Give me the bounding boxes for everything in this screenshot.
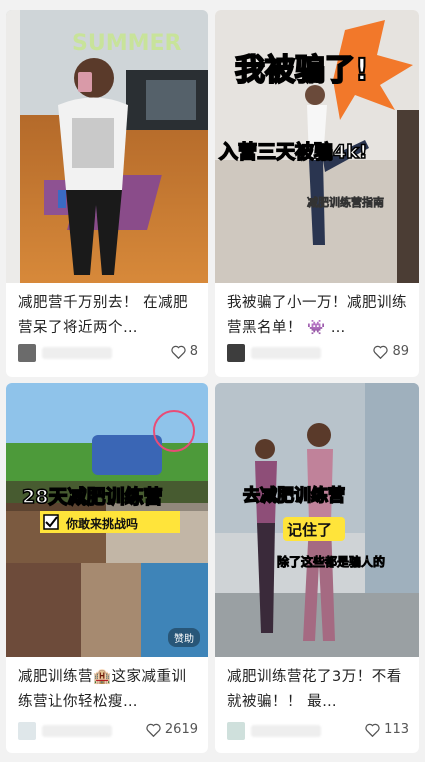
like-count: 89 [392,344,409,359]
heart-icon [365,723,380,737]
like-count: 8 [189,344,198,359]
cover-headline: 我被骗了! [235,53,369,88]
invader-emoji-icon: 👾 [307,320,326,336]
feed-grid: SUMMER 减肥营千万别去！ 在减肥营呆了将近两个… 8 我被骗了! 入营三天… [0,0,425,762]
note-card[interactable]: 去减肥训练营 记住了 除了这些都是骗人的 减肥训练营花了3万！不看就被骗！！ 最… [215,383,419,753]
heart-icon [171,345,186,359]
cover-label: 记住了 [287,521,332,539]
note-title-ellipsis: … [330,320,346,336]
like-count: 113 [384,722,409,737]
like-button[interactable]: 2619 [146,722,198,737]
note-title[interactable]: 减肥训练营花了3万！不看就被骗！！ 最… [227,665,411,715]
note-meta: 89 [227,343,409,363]
author-name-blurred[interactable] [251,347,321,359]
note-card[interactable]: 我被骗了! 入营三天被骗4k! 减肥训练营指南 我被骗了小一万！减肥训练营黑名单… [215,10,419,377]
author-name-blurred[interactable] [42,347,112,359]
cover-subheadline: 你敢来挑战吗 [65,516,138,531]
like-button[interactable]: 89 [373,344,409,359]
note-title[interactable]: 减肥训练营🏨这家减重训练营让你轻松瘦… [18,665,200,715]
like-count: 2619 [164,722,198,737]
like-button[interactable]: 8 [171,344,198,359]
author-name-blurred[interactable] [251,725,321,737]
author-avatar[interactable] [18,344,36,362]
cover-headline: 28天减肥训练营 [22,485,162,508]
author-name-blurred[interactable] [42,725,112,737]
cover-caption: 除了这些都是骗人的 [277,554,385,569]
note-card[interactable]: 28天减肥训练营 你敢来挑战吗 赞助 减肥训练营🏨这家减重训练营让你轻松瘦… 2… [6,383,208,753]
note-title[interactable]: 我被骗了小一万！减肥训练营黑名单！ 👾 … [227,291,411,341]
note-title[interactable]: 减肥营千万别去！ 在减肥营呆了将近两个… [18,291,200,341]
sponsored-badge: 赞助 [168,628,200,647]
note-meta: 2619 [18,721,198,741]
note-meta: 113 [227,721,409,741]
cover-text: SUMMER [72,31,182,56]
cover-subheadline: 入营三天被骗4k! [219,140,368,163]
note-cover-image[interactable]: 28天减肥训练营 你敢来挑战吗 赞助 [6,383,208,657]
author-avatar[interactable] [227,344,245,362]
author-avatar[interactable] [18,722,36,740]
heart-icon [373,345,389,359]
like-button[interactable]: 113 [365,722,409,737]
cover-headline: 去减肥训练营 [243,485,345,506]
note-cover-image[interactable]: 我被骗了! 入营三天被骗4k! 减肥训练营指南 [215,10,419,283]
heart-icon [146,723,161,737]
note-cover-image[interactable]: 去减肥训练营 记住了 除了这些都是骗人的 [215,383,419,657]
cover-caption: 减肥训练营指南 [307,195,384,209]
note-card[interactable]: SUMMER 减肥营千万别去！ 在减肥营呆了将近两个… 8 [6,10,208,377]
author-avatar[interactable] [227,722,245,740]
note-cover-image[interactable]: SUMMER [6,10,208,283]
note-meta: 8 [18,343,198,363]
